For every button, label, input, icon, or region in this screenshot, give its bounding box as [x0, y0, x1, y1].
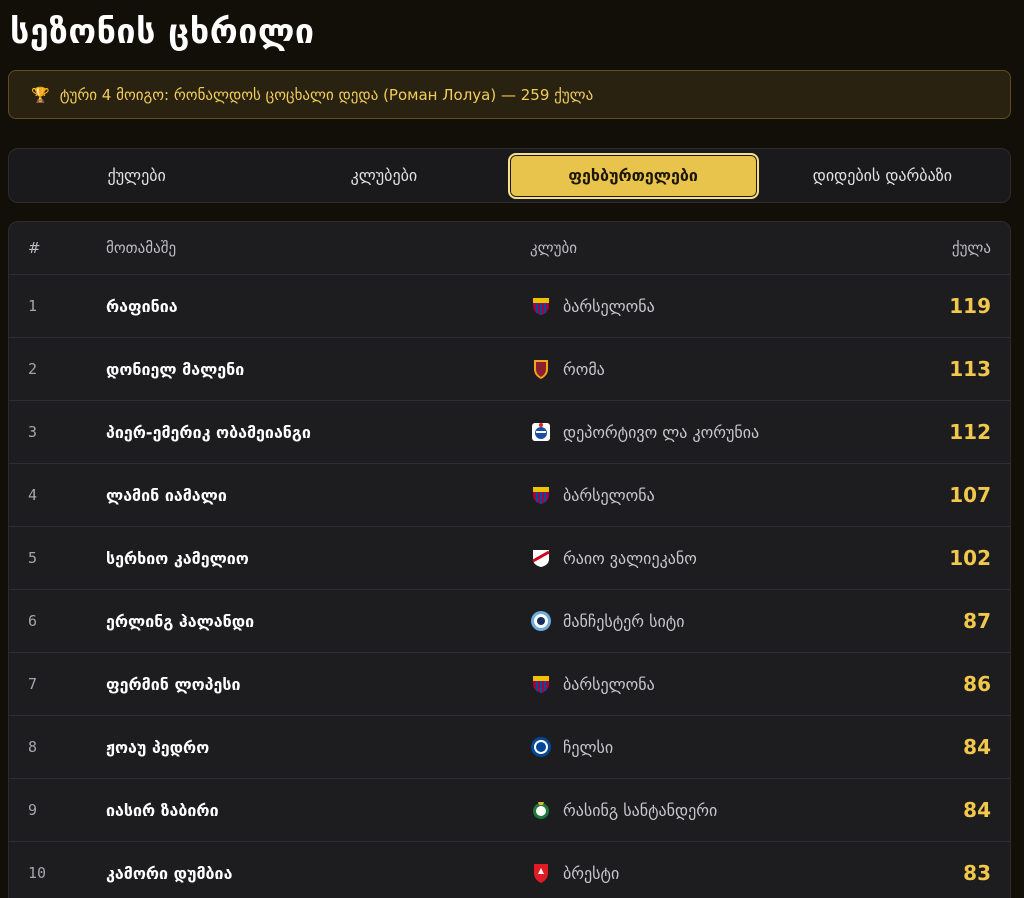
row-player-name: დონიელ მალენი — [106, 359, 245, 379]
header-player: მოთამაშე — [106, 239, 177, 257]
row-rank: 1 — [28, 297, 38, 315]
row-club-name: ბარსელონა — [563, 674, 655, 694]
row-points: 87 — [963, 609, 991, 633]
row-points: 86 — [963, 672, 991, 696]
table-row[interactable]: 4 ლამინ იამალი ბარსელონა 107 — [9, 464, 1010, 527]
club-crest-icon — [530, 862, 552, 884]
row-player-name: სერხიო კამელიო — [106, 548, 249, 568]
row-club-name: მანჩესტერ სიტი — [563, 611, 685, 631]
row-player-name: ჟოაუ პედრო — [106, 737, 210, 757]
row-rank: 7 — [28, 675, 38, 693]
row-rank: 3 — [28, 423, 38, 441]
row-club: ბრესტი — [530, 862, 870, 884]
row-player-name: კამორი დუმბია — [106, 863, 233, 883]
header-rank: # — [28, 239, 41, 257]
row-points: 102 — [949, 546, 991, 570]
row-points: 83 — [963, 861, 991, 885]
row-rank: 10 — [28, 864, 47, 882]
club-crest-icon — [530, 358, 552, 380]
club-crest-icon — [530, 421, 552, 443]
row-points: 113 — [949, 357, 991, 381]
row-rank: 6 — [28, 612, 38, 630]
row-club: ბარსელონა — [530, 295, 870, 317]
table-header: # მოთამაშე კლუბი ქულა — [9, 222, 1010, 275]
row-rank: 5 — [28, 549, 38, 567]
table-row[interactable]: 5 სერხიო კამელიო რაიო ვალიეკანო 102 — [9, 527, 1010, 590]
table-row[interactable]: 6 ერლინგ ჰალანდი მანჩესტერ სიტი 87 — [9, 590, 1010, 653]
row-club: მანჩესტერ სიტი — [530, 610, 870, 632]
row-points: 84 — [963, 735, 991, 759]
page-title: სეზონის ცხრილი — [10, 12, 315, 52]
row-club: რომა — [530, 358, 870, 380]
row-club: დეპორტივო ლა კორუნია — [530, 421, 870, 443]
row-club: ბარსელონა — [530, 673, 870, 695]
trophy-icon: 🏆 — [31, 85, 50, 104]
row-player-name: პიერ-ემერიკ ობამეიანგი — [106, 422, 311, 442]
table-row[interactable]: 8 ჟოაუ პედრო ჩელსი 84 — [9, 716, 1010, 779]
winner-banner-text: ტური 4 მოიგო: რონალდოს ცოცხალი დედა (Ром… — [59, 85, 594, 104]
header-club: კლუბი — [530, 239, 577, 257]
row-club-name: ჩელსი — [563, 737, 614, 757]
row-club-name: რასინგ სანტანდერი — [563, 800, 718, 820]
row-club-name: რომა — [563, 359, 605, 379]
row-club-name: ბარსელონა — [563, 296, 655, 316]
row-club-name: რაიო ვალიეკანო — [563, 548, 697, 568]
players-table: # მოთამაშე კლუბი ქულა 1 რაფინია ბარსელონა 1… — [8, 221, 1011, 898]
tab-points[interactable]: ქულები — [13, 153, 260, 199]
row-club: ბარსელონა — [530, 484, 870, 506]
row-club-name: დეპორტივო ლა კორუნია — [563, 422, 760, 442]
table-row[interactable]: 7 ფერმინ ლოპესი ბარსელონა 86 — [9, 653, 1010, 716]
row-points: 119 — [949, 294, 991, 318]
row-player-name: ფერმინ ლოპესი — [106, 674, 241, 694]
header-points: ქულა — [951, 239, 991, 257]
row-points: 84 — [963, 798, 991, 822]
club-crest-icon — [530, 484, 552, 506]
club-crest-icon — [530, 799, 552, 821]
row-player-name: ერლინგ ჰალანდი — [106, 611, 255, 631]
row-club-name: ბრესტი — [563, 863, 620, 883]
tab-hall-of-fame[interactable]: დიდების დარბაზი — [759, 153, 1006, 199]
row-rank: 4 — [28, 486, 38, 504]
club-crest-icon — [530, 610, 552, 632]
row-player-name: იასირ ზაბირი — [106, 800, 219, 820]
row-club: ჩელსი — [530, 736, 870, 758]
row-rank: 9 — [28, 801, 38, 819]
club-crest-icon — [530, 673, 552, 695]
row-club-name: ბარსელონა — [563, 485, 655, 505]
row-points: 107 — [949, 483, 991, 507]
row-player-name: რაფინია — [106, 296, 178, 316]
table-row[interactable]: 1 რაფინია ბარსელონა 119 — [9, 275, 1010, 338]
row-points: 112 — [949, 420, 991, 444]
row-club: რასინგ სანტანდერი — [530, 799, 870, 821]
tab-players[interactable]: ფეხბურთელები — [507, 152, 759, 199]
tab-clubs[interactable]: კლუბები — [260, 153, 507, 199]
club-crest-icon — [530, 295, 552, 317]
tab-bar: ქულები კლუბები ფეხბურთელები დიდების დარბ… — [8, 148, 1011, 203]
row-rank: 2 — [28, 360, 38, 378]
club-crest-icon — [530, 547, 552, 569]
row-rank: 8 — [28, 738, 38, 756]
table-row[interactable]: 10 კამორი დუმბია ბრესტი 83 — [9, 842, 1010, 898]
row-player-name: ლამინ იამალი — [106, 485, 227, 505]
table-row[interactable]: 9 იასირ ზაბირი რასინგ სანტანდერი 84 — [9, 779, 1010, 842]
row-club: რაიო ვალიეკანო — [530, 547, 870, 569]
winner-banner: 🏆 ტური 4 მოიგო: რონალდოს ცოცხალი დედა (Р… — [8, 70, 1011, 119]
table-row[interactable]: 2 დონიელ მალენი რომა 113 — [9, 338, 1010, 401]
club-crest-icon — [530, 736, 552, 758]
table-row[interactable]: 3 პიერ-ემერიკ ობამეიანგი დეპორტივო ლა კორუ… — [9, 401, 1010, 464]
